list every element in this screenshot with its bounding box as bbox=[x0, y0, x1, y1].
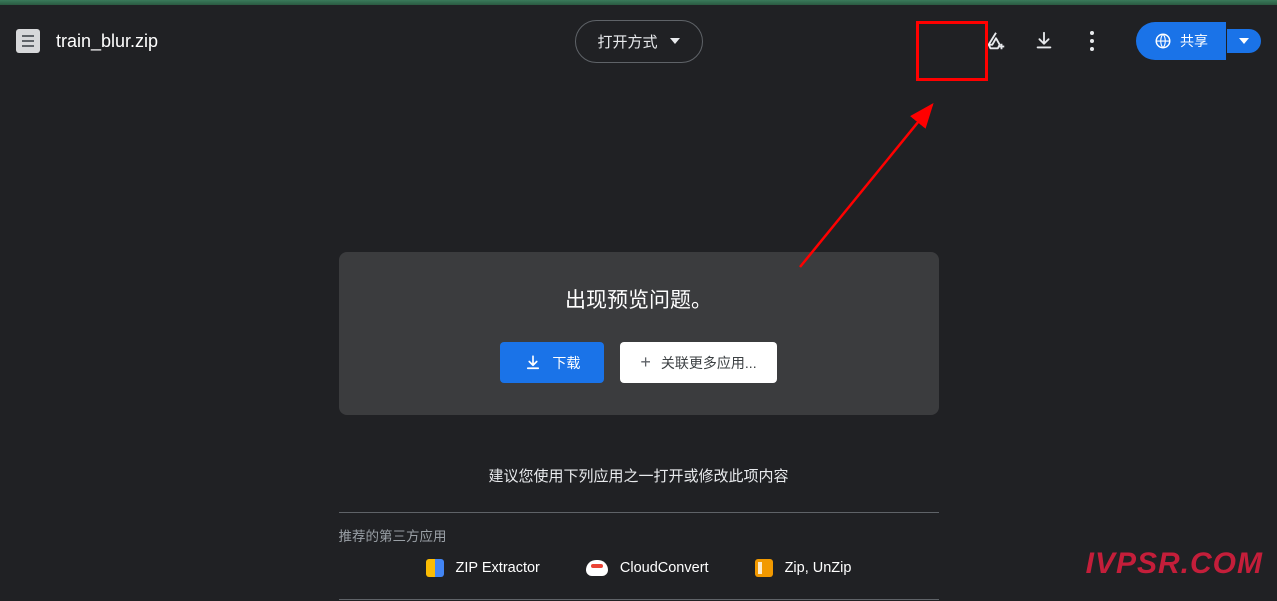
suggestion-text: 建议您使用下列应用之一打开或修改此项内容 bbox=[488, 465, 788, 486]
plus-icon: + bbox=[640, 352, 651, 373]
globe-icon bbox=[1154, 32, 1172, 50]
third-party-apps-list: ZIP Extractor CloudConvert Zip, UnZip bbox=[339, 559, 939, 587]
preview-error-title: 出现预览问题。 bbox=[363, 284, 915, 314]
open-with-label: 打开方式 bbox=[597, 31, 657, 52]
app-cloudconvert[interactable]: CloudConvert bbox=[586, 560, 709, 576]
header-actions: 共享 bbox=[976, 21, 1261, 61]
watermark-text: IVPSR.COM bbox=[1086, 547, 1263, 581]
dropdown-arrow-icon bbox=[1239, 38, 1249, 44]
more-options-button[interactable] bbox=[1072, 21, 1112, 61]
connect-apps-button[interactable]: + 关联更多应用... bbox=[620, 342, 776, 383]
file-type-icon bbox=[16, 29, 40, 53]
dropdown-arrow-icon bbox=[670, 38, 680, 44]
divider bbox=[339, 599, 939, 600]
app-zip-unzip[interactable]: Zip, UnZip bbox=[755, 559, 852, 577]
cloudconvert-icon bbox=[586, 560, 608, 576]
file-info: train_blur.zip bbox=[16, 29, 158, 53]
third-party-label: 推荐的第三方应用 bbox=[339, 525, 939, 545]
app-zip-extractor[interactable]: ZIP Extractor bbox=[426, 559, 540, 577]
file-name: train_blur.zip bbox=[56, 31, 158, 52]
more-vertical-icon bbox=[1090, 31, 1094, 51]
download-label: 下载 bbox=[552, 353, 580, 373]
download-file-button[interactable]: 下载 bbox=[500, 342, 604, 383]
share-dropdown-button[interactable] bbox=[1227, 29, 1261, 53]
zip-unzip-icon bbox=[755, 559, 773, 577]
connect-label: 关联更多应用... bbox=[661, 353, 757, 373]
download-icon bbox=[1033, 30, 1055, 52]
app-name: Zip, UnZip bbox=[785, 560, 852, 576]
card-actions: 下载 + 关联更多应用... bbox=[363, 342, 915, 383]
open-with-button[interactable]: 打开方式 bbox=[574, 20, 702, 63]
share-label: 共享 bbox=[1180, 31, 1208, 51]
app-name: CloudConvert bbox=[620, 560, 709, 576]
preview-error-card: 出现预览问题。 下载 + 关联更多应用... bbox=[339, 252, 939, 415]
download-icon bbox=[524, 354, 542, 372]
header-bar: train_blur.zip 打开方式 bbox=[0, 5, 1277, 77]
main-content: 出现预览问题。 下载 + 关联更多应用... 建议您使用下列应用之一打开或修改此… bbox=[0, 77, 1277, 600]
divider bbox=[339, 512, 939, 513]
zip-extractor-icon bbox=[426, 559, 444, 577]
add-to-drive-button[interactable] bbox=[976, 21, 1016, 61]
download-button[interactable] bbox=[1024, 21, 1064, 61]
third-party-section: 推荐的第三方应用 ZIP Extractor CloudConvert Zip,… bbox=[339, 512, 939, 600]
share-button[interactable]: 共享 bbox=[1136, 22, 1226, 60]
drive-add-icon bbox=[985, 30, 1007, 52]
share-button-group: 共享 bbox=[1136, 22, 1261, 60]
app-name: ZIP Extractor bbox=[456, 560, 540, 576]
